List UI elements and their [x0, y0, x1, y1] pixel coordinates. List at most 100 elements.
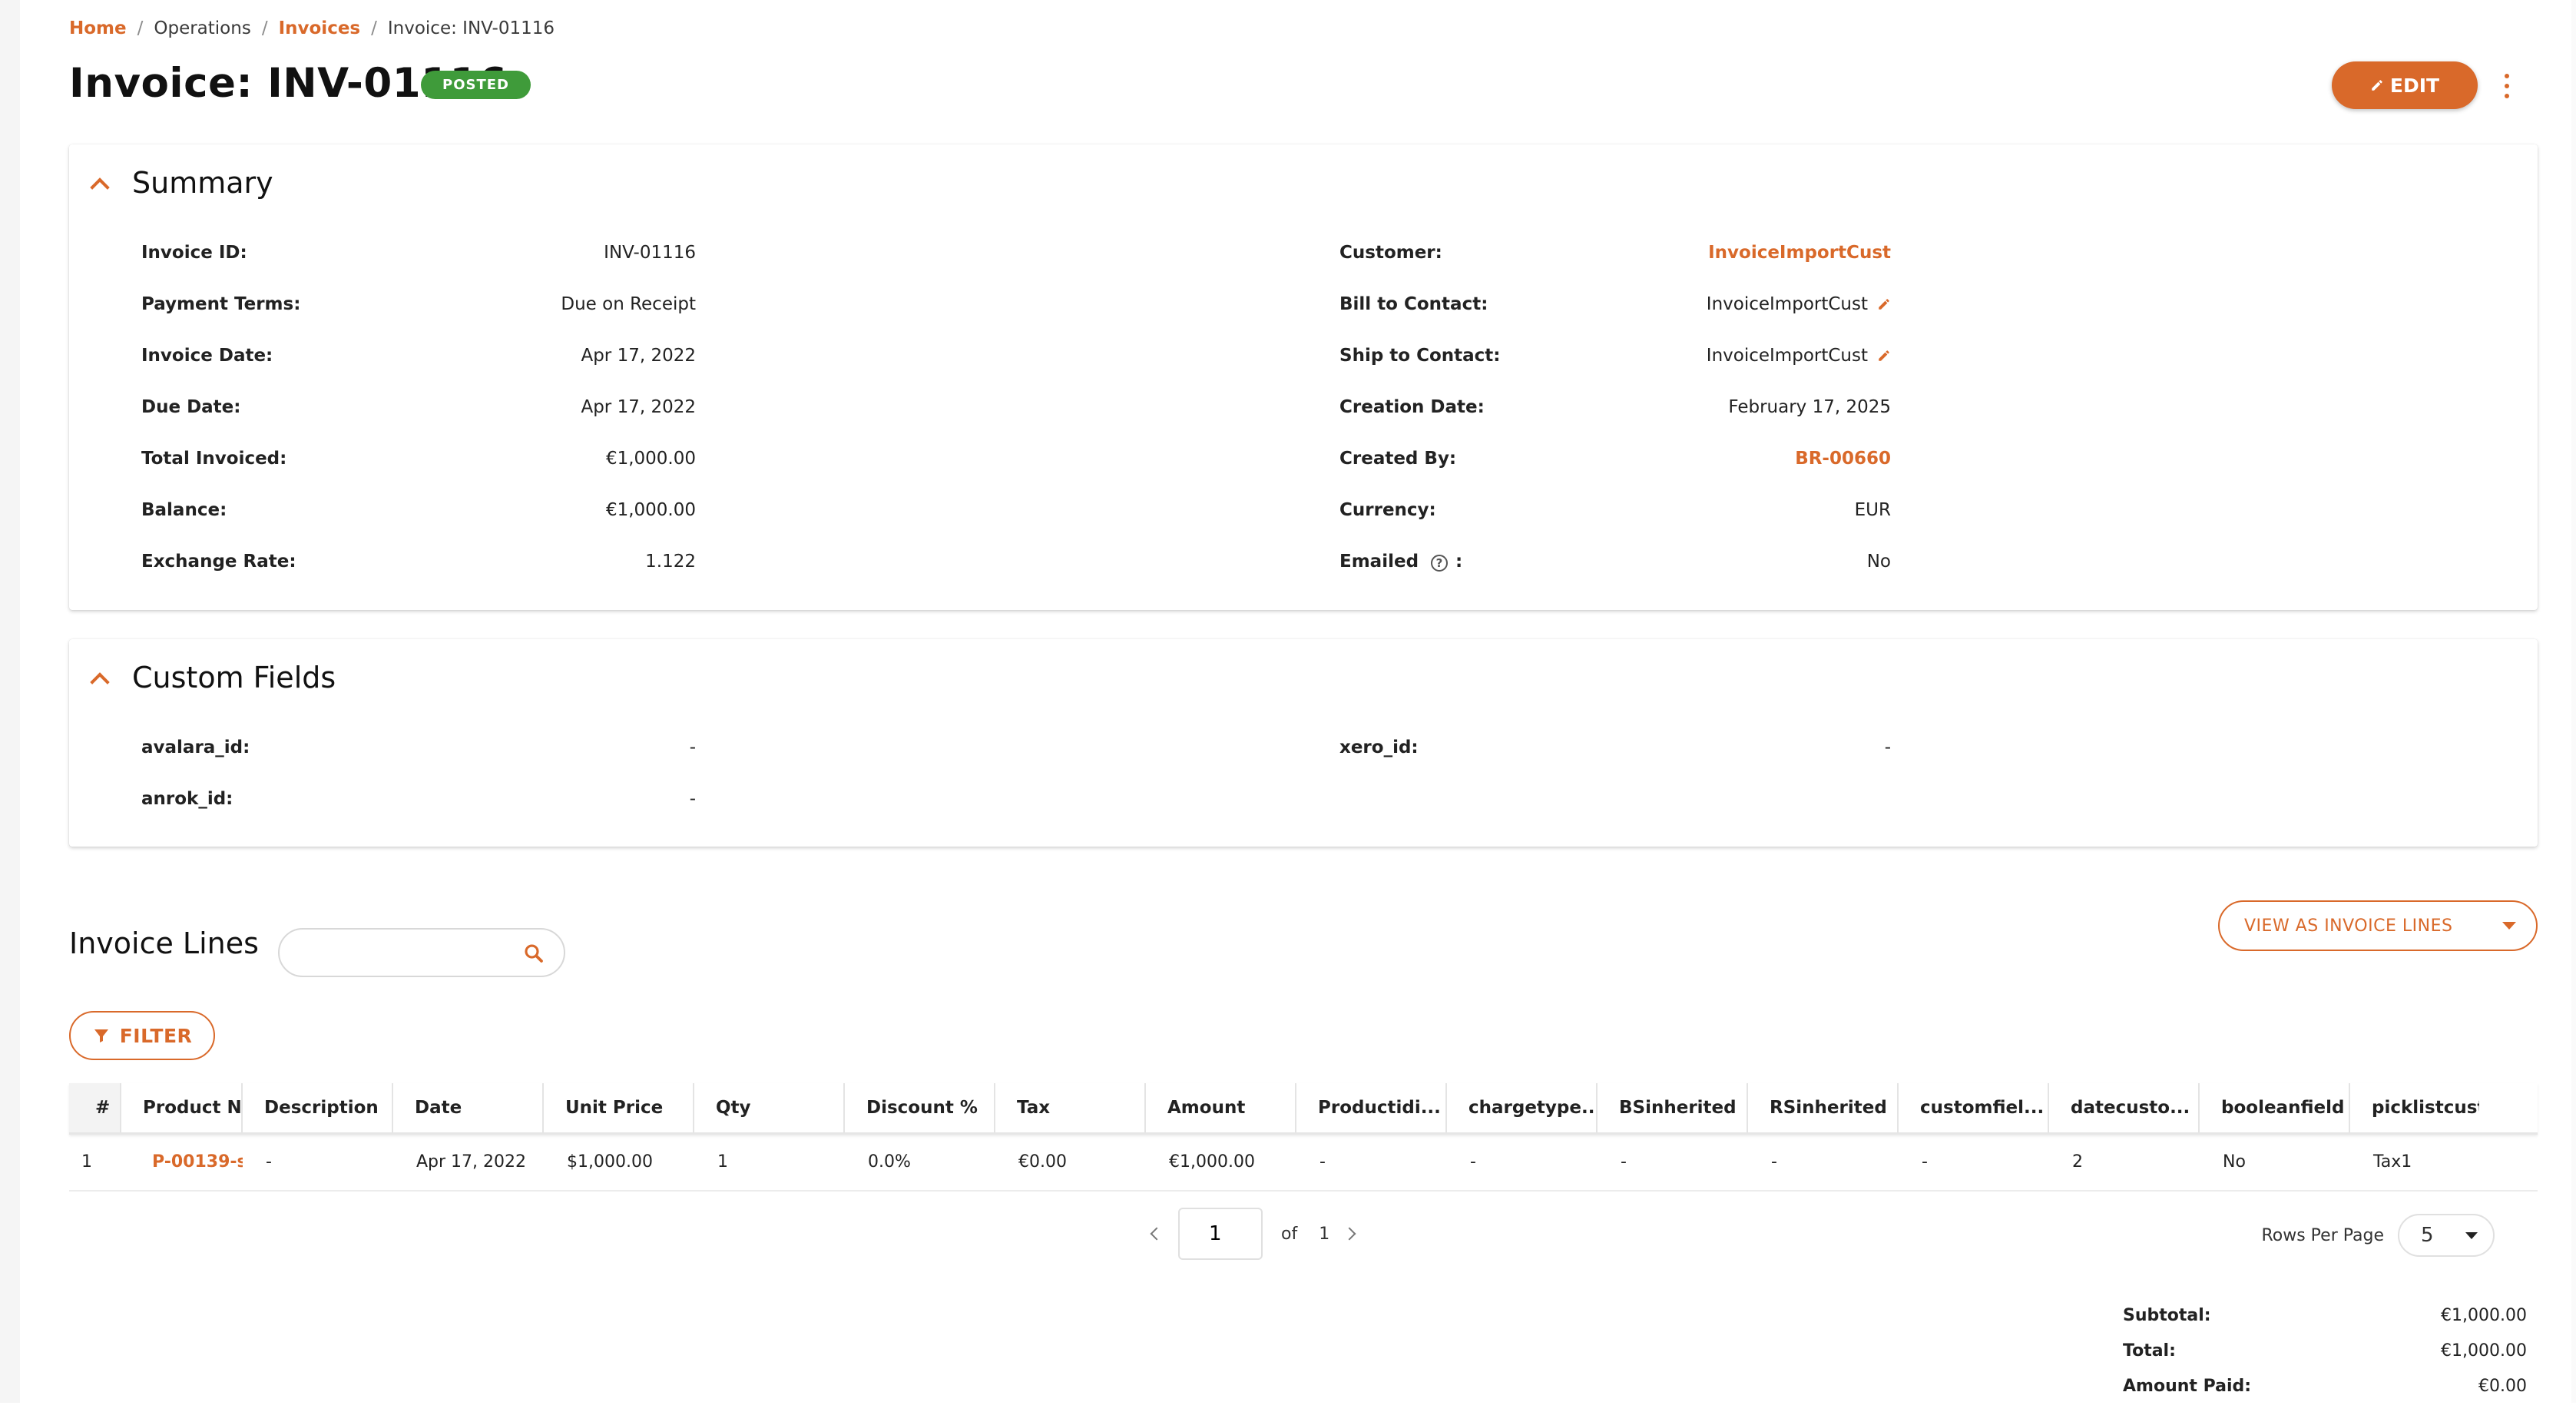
- search-box[interactable]: [278, 928, 565, 977]
- chevron-up-icon[interactable]: [91, 670, 106, 685]
- pencil-icon[interactable]: [1877, 349, 1891, 363]
- field-avalara-id: avalara_id: -: [141, 737, 696, 761]
- chevron-up-icon[interactable]: [91, 175, 106, 191]
- table-cell: 1: [717, 1152, 728, 1172]
- totals-row: Subtotal: €1,000.00: [2123, 1306, 2527, 1341]
- column-header[interactable]: Productidi...: [1296, 1083, 1447, 1132]
- table-cell: -: [1470, 1152, 1476, 1172]
- field-label: Due Date:: [141, 397, 241, 417]
- column-header[interactable]: datecusto...: [2049, 1083, 2200, 1132]
- table-cell: 2: [2072, 1152, 2083, 1172]
- field-label: Payment Terms:: [141, 294, 301, 314]
- product-link[interactable]: P-00139-straigh: [121, 1135, 243, 1190]
- caret-down-icon: [2502, 922, 2516, 930]
- breadcrumb-current: Invoice: INV-01116: [387, 18, 555, 38]
- pencil-icon[interactable]: [1877, 297, 1891, 311]
- column-header[interactable]: #: [69, 1083, 121, 1132]
- field-value: No: [1866, 552, 1891, 572]
- field-label: Invoice ID:: [141, 243, 247, 263]
- breadcrumb-home[interactable]: Home: [69, 18, 127, 38]
- table-cell: -: [1621, 1152, 1627, 1172]
- created-by-link[interactable]: BR-00660: [1795, 449, 1891, 469]
- caret-down-icon: [2465, 1232, 2478, 1239]
- filter-label: FILTER: [119, 1024, 193, 1047]
- totals-row: Amount Paid: €0.00: [2123, 1377, 2527, 1412]
- column-header[interactable]: Unit Price: [544, 1083, 694, 1132]
- table-cell: No: [2223, 1152, 2246, 1172]
- field-label: avalara_id:: [141, 737, 250, 757]
- summary-header[interactable]: Summary: [91, 166, 273, 200]
- column-header[interactable]: Product Na...: [121, 1083, 243, 1132]
- field-invoice-id: Invoice ID: INV-01116: [141, 243, 696, 266]
- custom-fields-header[interactable]: Custom Fields: [91, 661, 336, 694]
- column-header[interactable]: Date: [393, 1083, 544, 1132]
- field-label: Balance:: [141, 500, 227, 520]
- column-header[interactable]: customfiel...: [1899, 1083, 2049, 1132]
- rows-per-page-value: 5: [2421, 1224, 2434, 1247]
- field-value: -: [689, 789, 696, 809]
- table-row[interactable]: 1 P-00139-straigh - Apr 17, 2022 $1,000.…: [69, 1135, 2538, 1192]
- ship-to-contact-value: InvoiceImportCust: [1706, 346, 1868, 366]
- column-header[interactable]: BSinherited: [1598, 1083, 1748, 1132]
- chevron-right-icon[interactable]: [1340, 1222, 1363, 1245]
- view-as-label: VIEW AS INVOICE LINES: [2244, 916, 2453, 936]
- field-value: 1.122: [645, 552, 696, 572]
- column-header[interactable]: Qty: [694, 1083, 845, 1132]
- filter-button[interactable]: FILTER: [69, 1011, 215, 1060]
- filter-icon: [94, 1029, 108, 1042]
- scrollbar[interactable]: [2571, 0, 2576, 1403]
- view-as-dropdown[interactable]: VIEW AS INVOICE LINES: [2218, 900, 2538, 951]
- help-icon[interactable]: ?: [1431, 555, 1449, 572]
- column-header[interactable]: booleanfield: [2200, 1083, 2350, 1132]
- field-label: Created By:: [1339, 449, 1457, 469]
- field-due-date: Due Date: Apr 17, 2022: [141, 397, 696, 420]
- customer-link[interactable]: InvoiceImportCust: [1708, 243, 1891, 263]
- field-customer: Customer: InvoiceImportCust: [1339, 243, 1891, 266]
- pagination-of-label: of: [1281, 1224, 1298, 1244]
- page-number-input[interactable]: [1178, 1208, 1263, 1260]
- chevron-left-icon[interactable]: [1144, 1222, 1167, 1245]
- field-label: Currency:: [1339, 500, 1436, 520]
- totals-value: €1,000.00: [2441, 1341, 2527, 1361]
- column-header[interactable]: Discount %: [845, 1083, 995, 1132]
- field-ship-to-contact: Ship to Contact: InvoiceImportCust: [1339, 346, 1891, 369]
- field-label: Creation Date:: [1339, 397, 1485, 417]
- field-value: InvoiceImportCust: [1707, 294, 1891, 314]
- column-header[interactable]: Tax: [995, 1083, 1146, 1132]
- table-cell: €0.00: [1018, 1152, 1067, 1172]
- breadcrumb-separator: /: [371, 18, 377, 38]
- field-bill-to-contact: Bill to Contact: InvoiceImportCust: [1339, 294, 1891, 317]
- bill-to-contact-value: InvoiceImportCust: [1706, 294, 1868, 314]
- breadcrumb-invoices[interactable]: Invoices: [279, 18, 361, 38]
- field-anrok-id: anrok_id: -: [141, 789, 696, 812]
- edit-button[interactable]: EDIT: [2332, 61, 2478, 109]
- more-vertical-icon[interactable]: [2499, 71, 2515, 101]
- field-balance: Balance: €1,000.00: [141, 500, 696, 523]
- left-strip: [0, 0, 20, 1403]
- search-icon[interactable]: [522, 942, 545, 965]
- field-value: €1,000.00: [605, 500, 696, 520]
- table-cell: 0.0%: [868, 1152, 911, 1172]
- field-value: Apr 17, 2022: [581, 397, 696, 417]
- totals-label: Total:: [2123, 1341, 2176, 1361]
- rows-per-page-select[interactable]: 5: [2398, 1214, 2495, 1257]
- field-label: Customer:: [1339, 243, 1442, 263]
- table-cell: -: [1922, 1152, 1928, 1172]
- rows-per-page-label: Rows Per Page: [2261, 1225, 2384, 1245]
- page-header: Invoice: INV-01116 POSTED EDIT: [69, 57, 2538, 118]
- table-cell: €1,000.00: [1169, 1152, 1255, 1172]
- breadcrumb-separator: /: [261, 18, 268, 38]
- field-payment-terms: Payment Terms: Due on Receipt: [141, 294, 696, 317]
- column-header[interactable]: chargetype...: [1447, 1083, 1598, 1132]
- column-header[interactable]: Description: [243, 1083, 393, 1132]
- search-input[interactable]: [295, 937, 513, 970]
- field-label: Total Invoiced:: [141, 449, 287, 469]
- table-cell: -: [1771, 1152, 1777, 1172]
- totals-label: Amount Paid:: [2123, 1377, 2252, 1396]
- field-value: €1,000.00: [605, 449, 696, 469]
- column-header[interactable]: picklistcust...: [2350, 1083, 2479, 1132]
- field-currency: Currency: EUR: [1339, 500, 1891, 523]
- column-header[interactable]: Amount: [1146, 1083, 1296, 1132]
- column-header[interactable]: RSinherited: [1748, 1083, 1899, 1132]
- field-invoice-date: Invoice Date: Apr 17, 2022: [141, 346, 696, 369]
